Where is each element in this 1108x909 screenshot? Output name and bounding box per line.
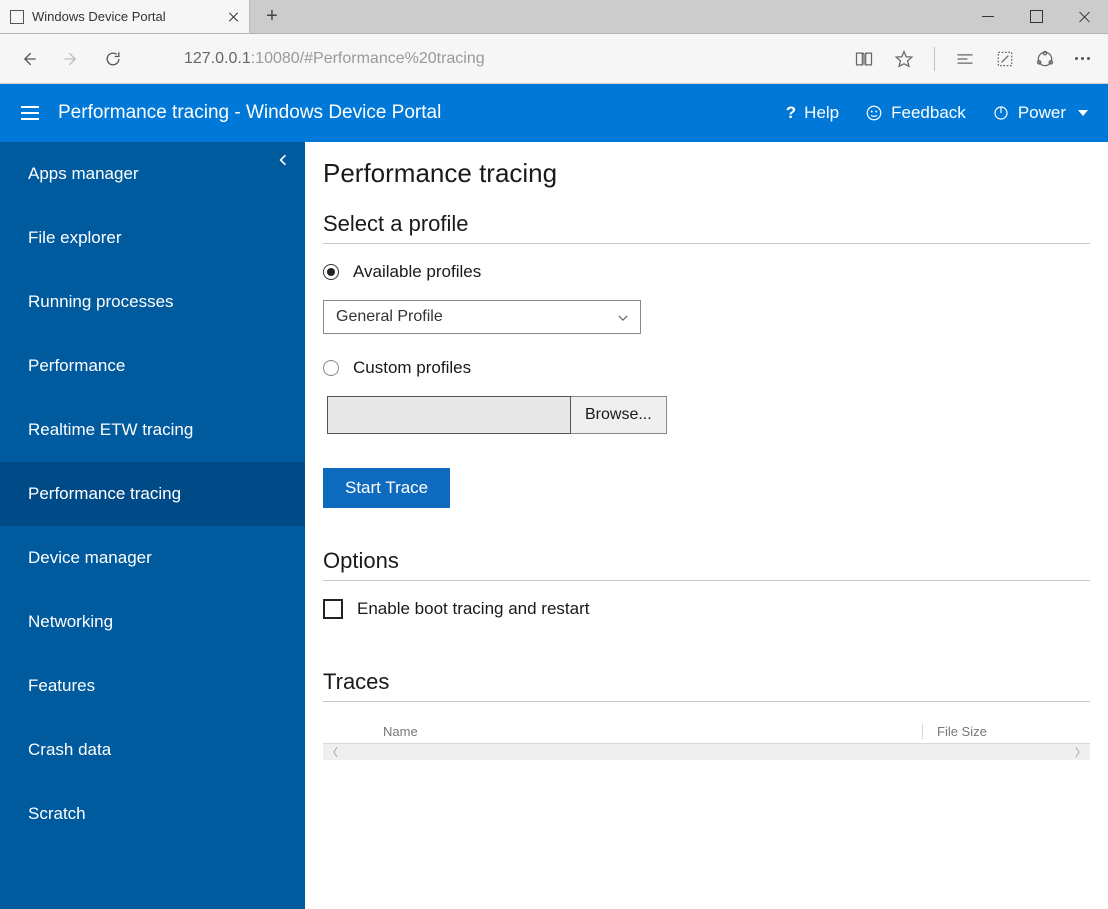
browser-titlebar: Windows Device Portal + <box>0 0 1108 34</box>
app-title: Performance tracing - Windows Device Por… <box>58 102 786 124</box>
main-content: Performance tracing Select a profile Ava… <box>305 142 1108 909</box>
section-traces: Traces <box>323 669 1090 702</box>
menu-button[interactable] <box>10 93 50 133</box>
sidebar-item-device-manager[interactable]: Device manager <box>0 526 305 590</box>
window-maximize-button[interactable] <box>1012 0 1060 33</box>
back-button[interactable] <box>18 48 40 70</box>
favorite-icon[interactable] <box>894 49 914 69</box>
window-controls <box>964 0 1108 33</box>
checkbox-icon <box>323 599 343 619</box>
chevron-down-icon <box>1078 110 1088 116</box>
address-bar[interactable]: 127.0.0.1:10080/#Performance%20tracing <box>144 50 834 68</box>
help-label: Help <box>804 103 839 123</box>
toolbar-separator <box>934 47 935 71</box>
sidebar-item-scratch[interactable]: Scratch <box>0 782 305 846</box>
radio-available-label: Available profiles <box>353 262 481 282</box>
table-scrollbar[interactable]: 〈 〉 <box>323 744 1090 760</box>
enable-boot-tracing-checkbox[interactable]: Enable boot tracing and restart <box>323 599 1090 619</box>
help-link[interactable]: ? Help <box>786 103 839 123</box>
browser-tab[interactable]: Windows Device Portal <box>0 0 250 33</box>
refresh-button[interactable] <box>102 48 124 70</box>
sidebar-item-file-explorer[interactable]: File explorer <box>0 206 305 270</box>
close-tab-icon[interactable] <box>229 12 239 22</box>
reading-view-icon[interactable] <box>854 49 874 69</box>
start-trace-button[interactable]: Start Trace <box>323 468 450 508</box>
radio-available-profiles[interactable]: Available profiles <box>323 262 1090 282</box>
chevron-down-icon <box>616 311 628 323</box>
radio-icon <box>323 360 339 376</box>
power-menu[interactable]: Power <box>992 103 1088 123</box>
page-icon <box>10 10 24 24</box>
url-port: :10080 <box>251 50 300 67</box>
radio-icon <box>323 264 339 280</box>
url-path: /#Performance%20tracing <box>300 50 485 67</box>
sidebar-item-features[interactable]: Features <box>0 654 305 718</box>
boot-tracing-label: Enable boot tracing and restart <box>357 599 589 619</box>
section-select-profile: Select a profile <box>323 211 1090 244</box>
radio-custom-label: Custom profiles <box>353 358 471 378</box>
table-header-row: Name File Size <box>323 720 1090 744</box>
sidebar-item-apps-manager[interactable]: Apps manager <box>0 142 305 206</box>
column-name[interactable]: Name <box>323 724 923 739</box>
feedback-link[interactable]: Feedback <box>865 103 966 123</box>
traces-table: Name File Size 〈 〉 <box>323 720 1090 760</box>
browser-toolbar: 127.0.0.1:10080/#Performance%20tracing <box>0 34 1108 84</box>
new-tab-button[interactable]: + <box>250 0 294 33</box>
column-file-size[interactable]: File Size <box>923 724 1090 739</box>
forward-button[interactable] <box>60 48 82 70</box>
profile-select-value: General Profile <box>336 308 443 326</box>
feedback-icon <box>865 104 883 122</box>
sidebar-item-crash-data[interactable]: Crash data <box>0 718 305 782</box>
radio-custom-profiles[interactable]: Custom profiles <box>323 358 1090 378</box>
share-icon[interactable] <box>1035 49 1055 69</box>
feedback-label: Feedback <box>891 103 966 123</box>
window-minimize-button[interactable] <box>964 0 1012 33</box>
sidebar-collapse-button[interactable] <box>275 152 295 172</box>
sidebar-item-running-processes[interactable]: Running processes <box>0 270 305 334</box>
app-header: Performance tracing - Windows Device Por… <box>0 84 1108 142</box>
hub-icon[interactable] <box>955 49 975 69</box>
scroll-right-icon[interactable]: 〉 <box>1075 744 1086 760</box>
browse-button[interactable]: Browse... <box>571 396 667 434</box>
notes-icon[interactable] <box>995 49 1015 69</box>
page-title: Performance tracing <box>323 158 1090 189</box>
power-icon <box>992 104 1010 122</box>
profile-select[interactable]: General Profile <box>323 300 641 334</box>
scroll-left-icon[interactable]: 〈 <box>327 744 338 760</box>
tab-title: Windows Device Portal <box>32 9 221 24</box>
window-close-button[interactable] <box>1060 0 1108 33</box>
sidebar-item-performance[interactable]: Performance <box>0 334 305 398</box>
sidebar-item-realtime-etw[interactable]: Realtime ETW tracing <box>0 398 305 462</box>
more-icon[interactable] <box>1075 57 1090 60</box>
section-options: Options <box>323 548 1090 581</box>
custom-profile-path-input[interactable] <box>327 396 571 434</box>
power-label: Power <box>1018 103 1066 123</box>
sidebar-item-performance-tracing[interactable]: Performance tracing <box>0 462 305 526</box>
url-host: 127.0.0.1 <box>184 50 251 67</box>
sidebar-item-networking[interactable]: Networking <box>0 590 305 654</box>
sidebar: Apps manager File explorer Running proce… <box>0 142 305 909</box>
